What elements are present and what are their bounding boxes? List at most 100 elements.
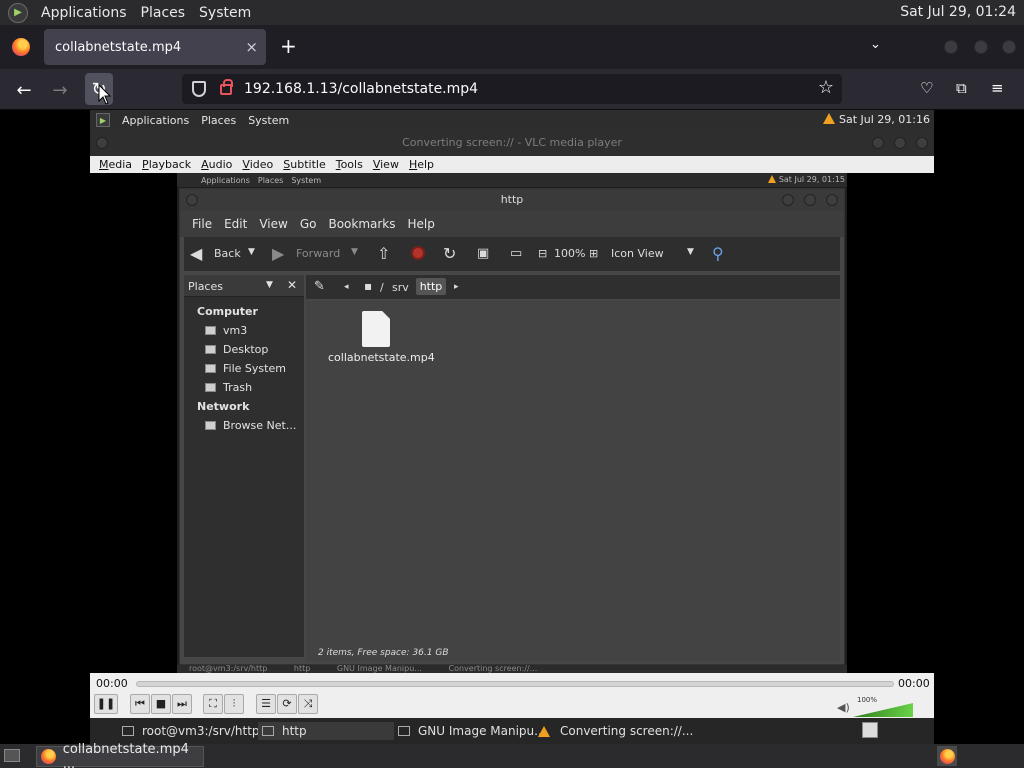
system-menu: System — [291, 175, 322, 185]
system-menu[interactable]: System — [192, 5, 258, 21]
tray-firefox[interactable] — [937, 746, 957, 766]
maximize-button[interactable] — [974, 40, 988, 54]
clock-text: Sat Jul 29, 01:15 — [778, 175, 845, 184]
speaker-icon: ◀) — [837, 701, 850, 714]
minimize-button — [872, 137, 884, 149]
vlc-cone-icon — [538, 725, 550, 737]
sidebar-item-label: Browse Net... — [223, 419, 297, 432]
hamburger-menu-icon[interactable]: ≡ — [991, 79, 1004, 97]
search-icon: ⚲ — [712, 244, 724, 263]
task-firefox[interactable]: collabnetstate.mp4 ... — [36, 742, 204, 768]
menu-video: Video — [242, 158, 274, 171]
previous-button: ⏮ — [130, 694, 150, 714]
task-label: Converting screen://... — [560, 724, 694, 738]
pocket-icon[interactable]: ♡ — [920, 79, 933, 97]
show-desktop-icon[interactable] — [4, 749, 20, 762]
sidebar-item-trash: Trash — [205, 381, 252, 394]
view-mode-dropdown-icon: ▼ — [687, 247, 694, 257]
vlc-window-title: Converting screen:// - VLC media player — [90, 130, 934, 156]
panel-clock: Sat Jul 29, 01:15 — [767, 175, 845, 184]
task-terminal: root@vm3:/srv/http — [189, 665, 268, 673]
sidebar-item-label: File System — [223, 362, 286, 375]
path-scroll-right-icon: ▸ — [454, 282, 459, 292]
menu-subtitle: Subtitle — [283, 158, 326, 171]
zoom-in-icon: ⊞ — [589, 247, 599, 260]
extensions-icon[interactable]: ⧉ — [956, 79, 967, 97]
trash-icon — [205, 383, 216, 392]
places-menu: Places — [257, 175, 284, 185]
system-menu: System — [248, 113, 290, 127]
tab-collabnetstate[interactable]: collabnetstate.mp4 × — [44, 29, 266, 65]
view-mode-select: Icon View — [611, 247, 664, 260]
recorded-screen: Applications Places System Sat Jul 29, 0… — [177, 173, 847, 673]
gnome-foot-icon: ▶ — [96, 113, 110, 127]
close-button — [916, 137, 928, 149]
firefox-icon — [41, 749, 56, 764]
tab-close-icon[interactable]: × — [245, 38, 258, 56]
url-bar[interactable]: 192.168.1.13/collabnetstate.mp4 ☆ — [182, 74, 842, 104]
pause-button: ❚❚ — [94, 694, 118, 714]
home-folder-icon — [205, 326, 216, 335]
tab-strip: collabnetstate.mp4 × + ⌄ — [0, 25, 1024, 69]
bottom-taskbar: collabnetstate.mp4 ... — [0, 742, 1024, 768]
inner-top-panel: Applications Places System Sat Jul 29, 0… — [177, 173, 847, 187]
firefox-view-icon[interactable] — [12, 38, 30, 56]
panel-clock: Sat Jul 29, 01:16 — [823, 113, 930, 126]
sidebar-header-label: Places — [188, 280, 223, 293]
nautilus-menubar: File Edit View Go Bookmarks Help — [180, 211, 844, 237]
forward-arrow-icon[interactable]: → — [47, 77, 73, 103]
volume-percent: 100% — [857, 696, 878, 704]
minimize-button[interactable] — [944, 40, 958, 54]
insecure-lock-icon[interactable] — [220, 78, 233, 95]
places-sidebar: Places ▼ ✕ Computer vm3 Desktop File Sys… — [184, 275, 304, 657]
tracking-shield-icon[interactable] — [192, 81, 206, 97]
playlist-button: ☰ — [256, 694, 276, 714]
stop-icon — [411, 246, 425, 260]
task-http: http — [293, 665, 311, 673]
nautilus-toolbar: ◀ Back ▼ ▶ Forward ▼ ⇧ ↻ ▣ ▭ ⊟ 100% ⊞ Ic… — [184, 237, 840, 271]
task-label: http — [282, 724, 307, 738]
forward-dropdown-icon: ▼ — [351, 247, 358, 257]
new-tab-button[interactable]: + — [280, 36, 297, 56]
video-frame[interactable]: ▶ Applications Places System Sat Jul 29,… — [90, 110, 934, 718]
screen: ▶ Applications Places System Sat Jul 29,… — [0, 0, 1024, 768]
video-taskbar: root@vm3:/srv/http http GNU Image Manipu… — [90, 718, 934, 744]
places-menu[interactable]: Places — [134, 5, 193, 21]
back-arrow-icon[interactable]: ← — [11, 77, 37, 103]
applications-menu: Applications — [201, 175, 250, 185]
url-text[interactable]: 192.168.1.13/collabnetstate.mp4 — [244, 81, 478, 97]
sidebar-header: Places ▼ ✕ — [184, 275, 304, 297]
menu-media: Media — [99, 158, 133, 171]
menu-playback: Playback — [142, 158, 192, 171]
path-segment-http: http — [416, 278, 446, 295]
zoom-out-icon: ⊟ — [538, 247, 548, 260]
menu-bookmarks: Bookmarks — [328, 217, 396, 231]
network-icon — [205, 421, 216, 430]
clock-text: Sat Jul 29, 01:16 — [839, 113, 930, 126]
status-bar: 2 items, Free space: 36.1 GB — [306, 645, 840, 661]
bookmark-star-icon[interactable]: ☆ — [818, 77, 834, 98]
list-all-tabs-chevron-icon[interactable]: ⌄ — [870, 37, 881, 52]
task-label: root@vm3:/srv/http — [142, 724, 260, 738]
reload-icon: ↻ — [443, 244, 457, 263]
applications-menu[interactable]: Applications — [34, 5, 134, 21]
zoom-level: 100% — [554, 247, 586, 260]
task-gimp: GNU Image Manipu... — [398, 722, 546, 740]
sidebar-item-label: Desktop — [223, 343, 269, 356]
firefox-icon — [939, 748, 955, 764]
close-window-button[interactable] — [1002, 40, 1016, 54]
stop-button: ■ — [151, 694, 171, 714]
path-segment-srv: srv — [392, 281, 409, 294]
vlc-controls: 00:00 00:00 ❚❚ ⏮ ■ ⏭ ⛶ ⫶ ☰ ⟳ ⤨ ◀) 100% — [90, 673, 934, 718]
applications-menu: Applications — [122, 113, 190, 127]
panel-clock[interactable]: Sat Jul 29, 01:24 — [900, 4, 1016, 20]
back-arrow-icon: ◀ — [190, 244, 203, 263]
file-view: collabnetstate.mp4 — [306, 301, 840, 645]
fullscreen-button: ⛶ — [203, 694, 223, 714]
sidebar-close-icon: ✕ — [287, 278, 298, 292]
tab-title: collabnetstate.mp4 — [55, 39, 182, 55]
computer-icon: ▭ — [510, 246, 523, 261]
total-time: 00:00 — [898, 677, 930, 690]
gnome-foot-icon[interactable]: ▶ — [8, 2, 28, 23]
close-button — [826, 194, 838, 206]
